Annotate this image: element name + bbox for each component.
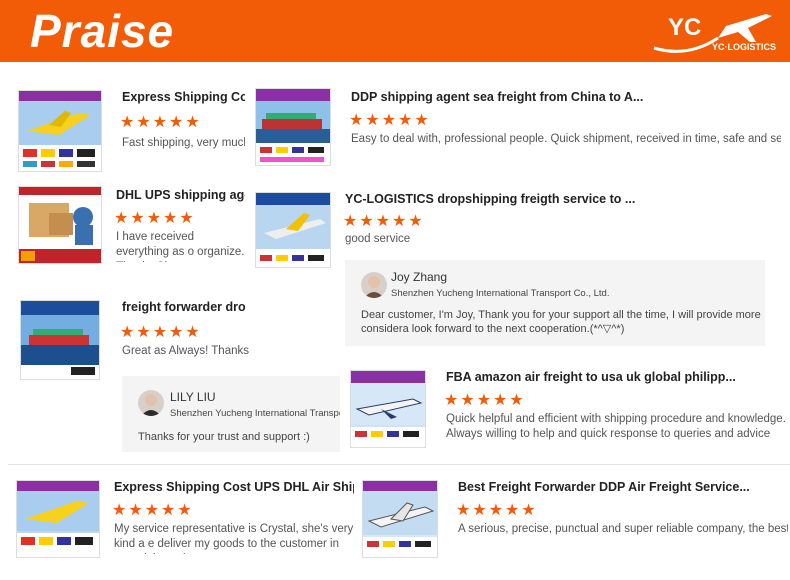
product-thumbnail[interactable] [20,300,100,380]
company-logo: YC YC·LOGISTICS [648,8,778,56]
star-rating: ★★★★★ [112,502,194,519]
product-thumbnail[interactable] [16,480,100,558]
reply-author-name: Joy Zhang [391,270,448,284]
product-thumbnail[interactable] [255,88,331,166]
star-rating: ★★★★★ [349,112,431,129]
divider [8,464,790,465]
star-rating: ★★★★★ [343,213,425,230]
ship-image [21,301,99,379]
fba-ddp-image [19,187,101,263]
reply-company: Shenzhen Yucheng International Transpo [170,408,340,419]
review-text: Fast shipping, very much [122,137,246,149]
airplane-image [351,371,425,447]
review-title[interactable]: FBA amazon air freight to usa uk global … [446,370,776,384]
cargo-plane-image [19,91,101,171]
review-card[interactable]: Express Shipping Cost ★★★★★ Fast shippin… [10,72,250,172]
review-card[interactable]: Best Freight Forwarder DDP Air Freight S… [356,470,790,566]
review-text: Quick helpful and efficient with shippin… [446,413,786,440]
reply-message: Thanks for your trust and support :) [138,431,310,443]
review-text: I have received everything as o organize… [116,231,245,262]
review-title[interactable]: Express Shipping Cost [122,90,246,104]
avatar [138,390,164,416]
airplane-image [256,193,330,267]
review-title[interactable]: DDP shipping agent sea freight from Chin… [351,90,781,104]
review-title[interactable]: freight forwarder drop [122,300,246,314]
container-ship-image [256,89,330,165]
star-rating: ★★★★★ [114,210,196,227]
product-thumbnail[interactable] [255,192,331,268]
star-rating: ★★★★★ [444,392,526,409]
review-card[interactable]: DDP shipping agent sea freight from Chin… [245,72,790,172]
review-text: My service representative is Crystal, sh… [114,523,354,554]
airplane-image [363,481,437,557]
logo-subtext: YC·LOGISTICS [712,42,777,52]
review-title[interactable]: DHL UPS shipping agent [116,188,250,202]
avatar [361,272,387,298]
review-card[interactable]: DHL UPS shipping agent ★★★★★ I have rece… [10,178,250,270]
review-title[interactable]: Best Freight Forwarder DDP Air Freight S… [458,480,778,494]
reply-company: Shenzhen Yucheng International Transport… [391,288,610,299]
seller-reply: Joy Zhang Shenzhen Yucheng International… [345,260,765,346]
seller-reply: LILY LIU Shenzhen Yucheng International … [122,376,340,452]
reply-message: Dear customer, I'm Joy, Thank you for yo… [361,309,761,335]
review-card[interactable]: Express Shipping Cost UPS DHL Air Shippi… [8,470,356,566]
product-thumbnail[interactable] [350,370,426,448]
review-title[interactable]: YC-LOGISTICS dropshipping freigth servic… [345,192,775,206]
review-title[interactable]: Express Shipping Cost UPS DHL Air Shippi… [114,480,354,494]
review-card[interactable]: FBA amazon air freight to usa uk global … [340,356,790,456]
star-rating: ★★★★★ [456,502,538,519]
page-title: Praise [30,5,175,57]
review-card[interactable]: freight forwarder drop ★★★★★ Great as Al… [10,290,340,458]
product-thumbnail[interactable] [18,90,102,172]
review-text: Easy to deal with, professional people. … [351,133,781,145]
header-banner: Praise YC YC·LOGISTICS [0,0,790,62]
star-rating: ★★★★★ [120,324,202,341]
reply-author-name: LILY LIU [170,390,216,404]
product-thumbnail[interactable] [18,186,102,264]
logo-text: YC [668,14,702,41]
review-text: A serious, precise, punctual and super r… [458,523,788,535]
review-text: Great as Always! Thanks [122,345,249,357]
star-rating: ★★★★★ [120,114,202,131]
review-text: good service [345,233,411,245]
cargo-plane-image [17,481,99,557]
product-thumbnail[interactable] [362,480,438,558]
